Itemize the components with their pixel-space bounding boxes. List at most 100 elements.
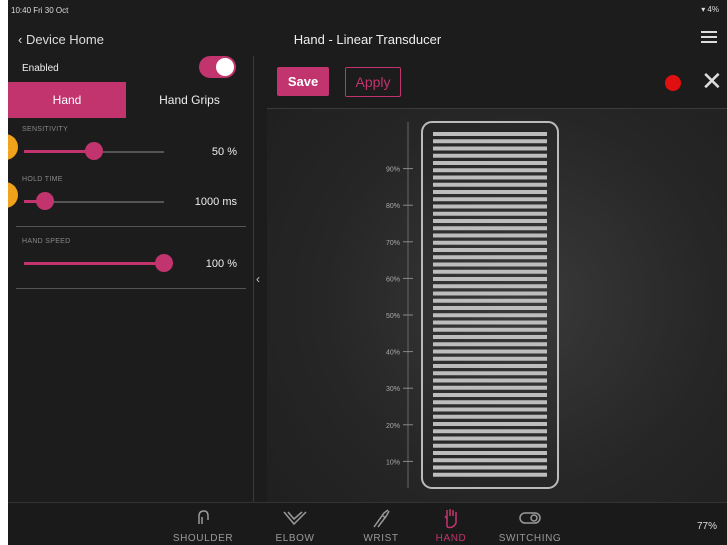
- hand-speed-slider-group: HAND SPEED 100 %: [8, 234, 253, 288]
- gauge-bar: [433, 349, 547, 354]
- gauge-bar: [433, 320, 547, 325]
- gauge-bar: [433, 414, 547, 419]
- gauge-bar: [433, 378, 547, 383]
- sensitivity-thumb[interactable]: [85, 142, 103, 160]
- enabled-row: Enabled: [8, 56, 253, 82]
- gauge-bar: [433, 443, 547, 448]
- gauge-bar: [433, 219, 547, 223]
- gauge-bar: [433, 327, 547, 332]
- enabled-toggle[interactable]: [199, 56, 236, 78]
- elbow-icon: [250, 507, 340, 529]
- gauge-bar: [433, 342, 547, 347]
- gauge-bar: [433, 335, 547, 339]
- gauge-tick-label: 30%: [386, 386, 400, 393]
- chevron-left-icon: ‹: [256, 272, 260, 286]
- gauge-bar: [433, 240, 547, 245]
- record-icon[interactable]: [665, 75, 681, 91]
- hand-speed-value: 100 %: [205, 258, 237, 270]
- hold-time-value: 1000 ms: [194, 196, 237, 208]
- enabled-label: Enabled: [22, 63, 59, 74]
- bottom-nav: SHOULDER ELBOW WRIST HAND SWITCHING 77%: [8, 502, 727, 545]
- nav-switching[interactable]: SWITCHING: [485, 507, 575, 544]
- gauge-bar: [433, 197, 547, 202]
- gauge-bar: [433, 211, 547, 216]
- gauge-bar: [433, 182, 547, 187]
- gauge-bar: [433, 429, 547, 434]
- save-button[interactable]: Save: [277, 67, 329, 96]
- gauge-bar: [433, 291, 547, 296]
- hold-time-slider-group: HOLD TIME 1000 ms: [8, 172, 253, 226]
- nav-elbow[interactable]: ELBOW: [250, 507, 340, 544]
- battery-indicator: 77%: [696, 521, 717, 532]
- gauge-bar: [433, 161, 547, 165]
- hand-icon: [406, 507, 496, 529]
- nav-label: SWITCHING: [498, 533, 562, 544]
- tab-bar: Hand Hand Grips: [8, 82, 253, 118]
- nav-label: HAND: [435, 533, 467, 544]
- gauge-tick-label: 80%: [386, 203, 400, 210]
- gauge-ticks: 90% 80% 70% 60% 50% 40% 30% 20% 10%: [386, 167, 413, 466]
- status-time: 10:40 Fri 30 Oct: [11, 6, 69, 15]
- close-icon[interactable]: ✕: [701, 66, 723, 96]
- gauge-bar: [433, 168, 547, 173]
- gauge-bar: [433, 371, 547, 376]
- nav-shoulder[interactable]: SHOULDER: [158, 507, 248, 544]
- divider: [16, 226, 246, 227]
- hold-time-label: HOLD TIME: [22, 176, 63, 183]
- nav-hand[interactable]: HAND: [406, 507, 496, 544]
- gauge-bar: [433, 269, 547, 274]
- hold-time-thumb[interactable]: [36, 192, 54, 210]
- sensitivity-label: SENSITIVITY: [22, 126, 69, 133]
- gauge-bars: [433, 132, 547, 477]
- gauge-tick-label: 90%: [386, 167, 400, 174]
- hamburger-icon[interactable]: [701, 28, 717, 46]
- gauge-bar: [433, 407, 547, 412]
- status-battery: ▾ 4%: [701, 5, 719, 14]
- gauge-tick-label: 60%: [386, 276, 400, 283]
- gauge-bar: [433, 472, 547, 477]
- gauge-bar: [433, 356, 547, 361]
- gauge-bar: [433, 393, 547, 397]
- gauge-tick-label: 20%: [386, 423, 400, 430]
- divider: [16, 288, 246, 289]
- gauge-bar: [433, 262, 547, 267]
- navigation-bar: ‹ Device Home Hand - Linear Transducer: [8, 20, 727, 56]
- shoulder-icon: [158, 507, 248, 529]
- switching-icon: [485, 507, 575, 529]
- hand-speed-fill: [24, 262, 164, 265]
- toggle-knob: [216, 58, 234, 76]
- gauge-bar: [433, 175, 547, 180]
- gauge-bar: [433, 313, 547, 318]
- gauge-bar: [433, 422, 547, 426]
- gauge-bar: [433, 436, 547, 441]
- gauge-bar: [433, 451, 547, 455]
- sensitivity-slider-group: SENSITIVITY 50 %: [8, 122, 253, 176]
- gauge-bar: [433, 204, 547, 209]
- nav-label: ELBOW: [275, 533, 315, 544]
- gauge-bar: [433, 364, 547, 368]
- gauge-bar: [433, 385, 547, 390]
- gauge-bar: [433, 190, 547, 194]
- settings-panel: Enabled Hand Hand Grips SENSITIVITY 50 %…: [8, 56, 253, 502]
- hand-speed-thumb[interactable]: [155, 254, 173, 272]
- gauge-tick-label: 40%: [386, 350, 400, 357]
- apply-button[interactable]: Apply: [345, 67, 401, 97]
- status-bar: 10:40 Fri 30 Oct ▾ 4%: [8, 0, 727, 20]
- hand-speed-label: HAND SPEED: [22, 238, 71, 245]
- gauge-bar: [433, 139, 547, 144]
- gauge-bar: [433, 146, 547, 151]
- gauge-bar: [433, 255, 547, 260]
- transducer-panel: Save Apply ✕ 90% 80% 70% 60% 50% 40% 30% 20% 10%: [267, 56, 727, 502]
- gauge-bar: [433, 465, 547, 470]
- tab-hand[interactable]: Hand: [8, 82, 126, 118]
- gauge-bar: [433, 153, 547, 158]
- gauge-bar: [433, 233, 547, 238]
- gauge-tick-label: 70%: [386, 240, 400, 247]
- app-screen: 10:40 Fri 30 Oct ▾ 4% ‹ Device Home Hand…: [8, 0, 727, 545]
- linear-transducer-gauge: 90% 80% 70% 60% 50% 40% 30% 20% 10%: [267, 108, 727, 502]
- sensitivity-fill: [24, 150, 94, 153]
- gauge-bar: [433, 458, 547, 463]
- gauge-bar: [433, 400, 547, 405]
- gauge-graphic: 90% 80% 70% 60% 50% 40% 30% 20% 10%: [386, 121, 559, 489]
- tab-hand-grips[interactable]: Hand Grips: [126, 82, 253, 118]
